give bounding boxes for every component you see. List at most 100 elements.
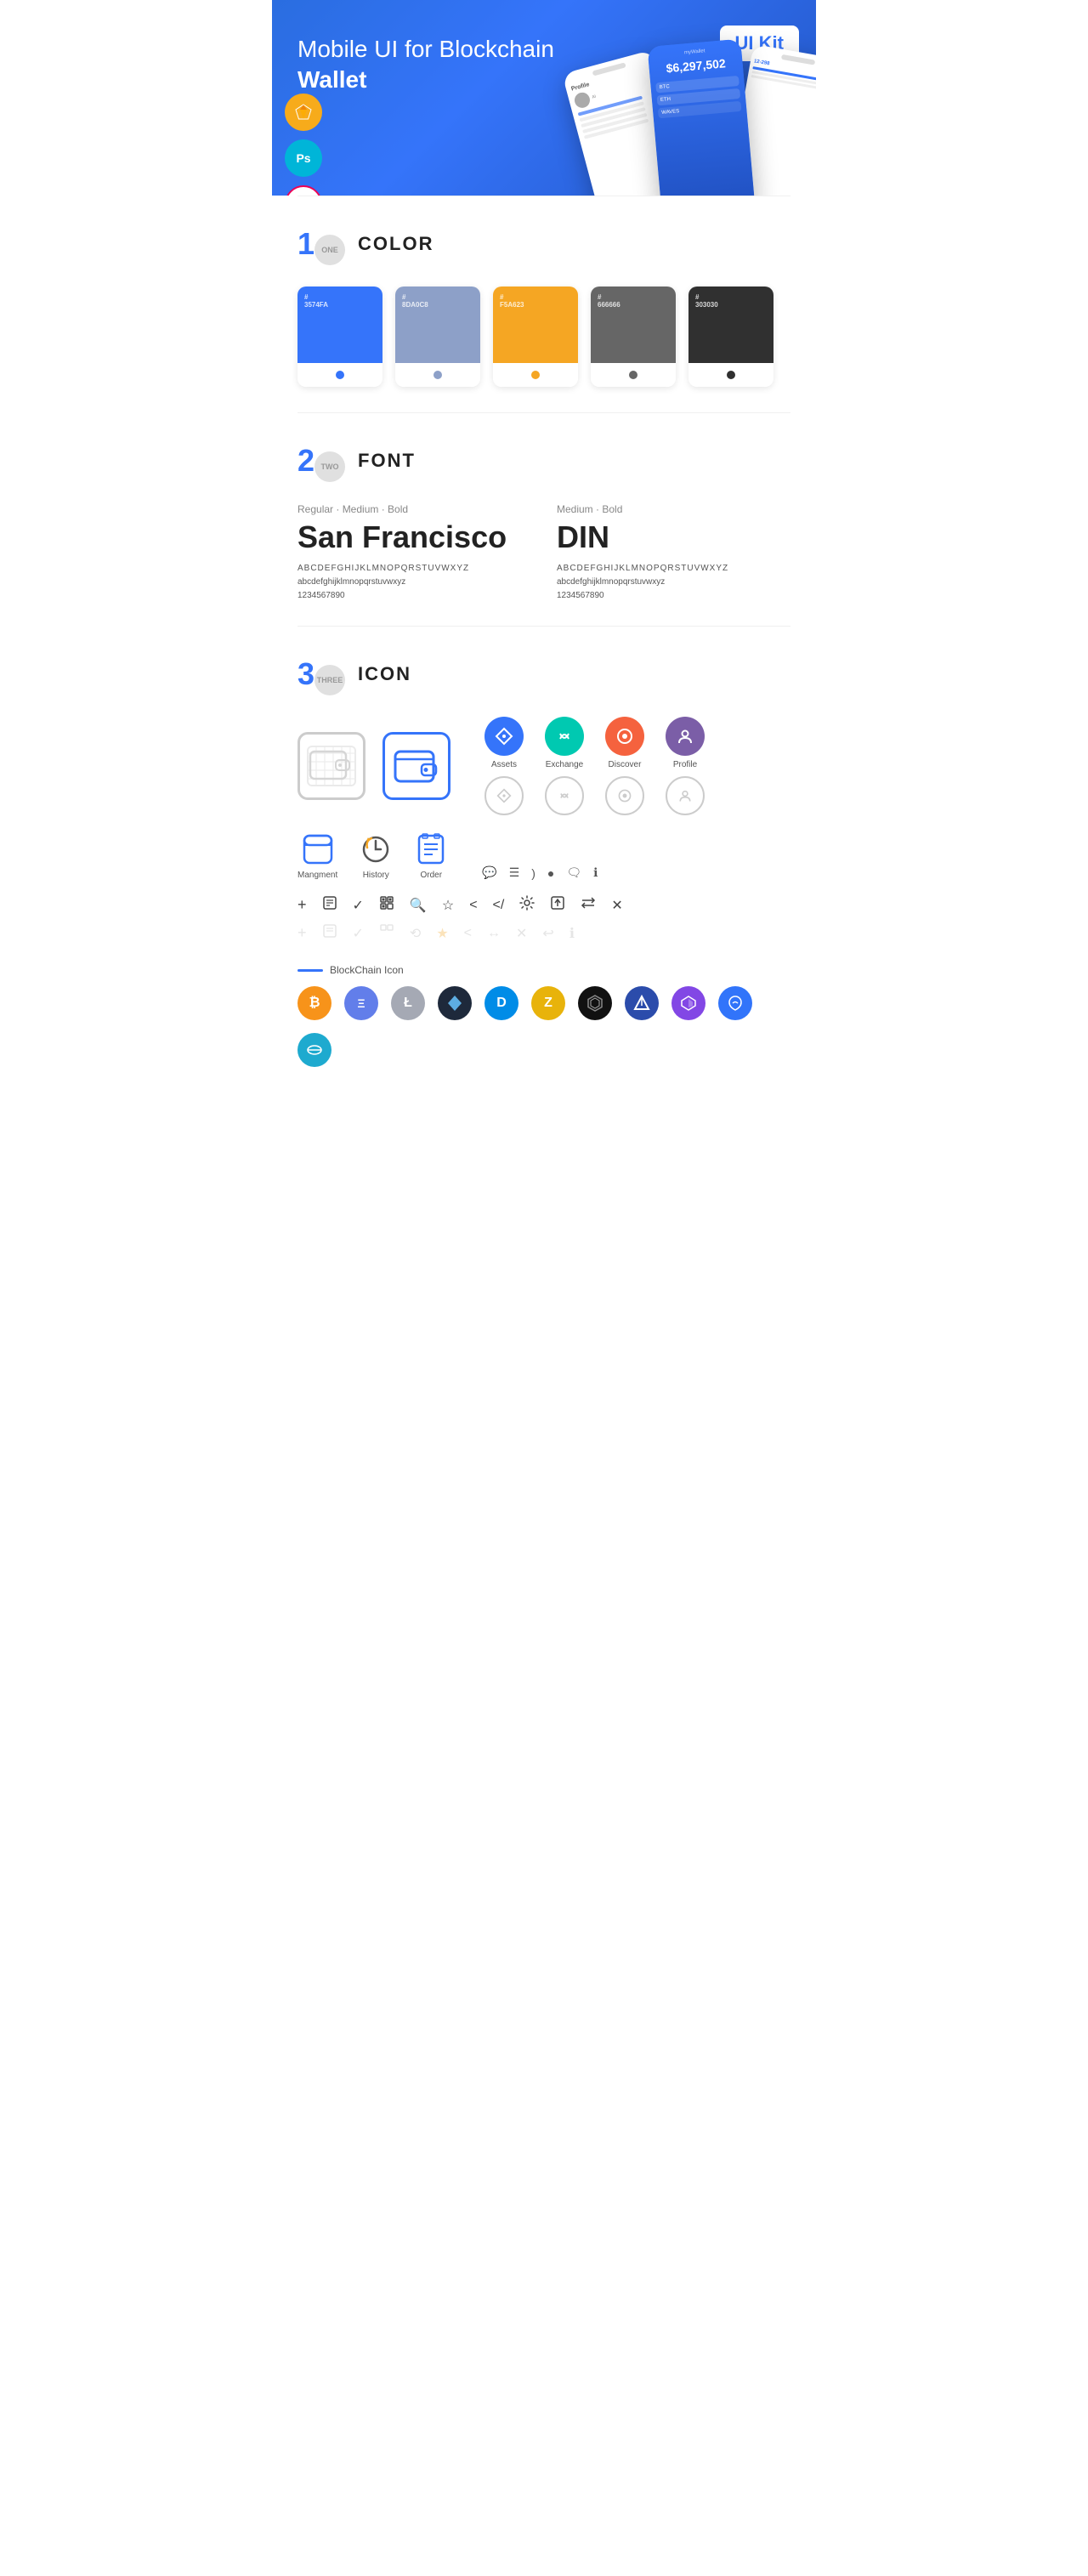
management-icon <box>301 832 335 866</box>
font-grid: Regular · Medium · Bold San Francisco AB… <box>298 503 790 600</box>
swatch-gray: #666666 <box>591 287 676 387</box>
icon-search: 🔍 <box>410 897 427 914</box>
icon-circle: ● <box>547 866 554 880</box>
phone-mockup-2: myWallet $6,297,502 BTC ETH WAVES <box>647 39 755 196</box>
screens-badge: 60+ Screens <box>285 185 322 196</box>
wallet-outline-icon <box>298 732 366 800</box>
hero-title: Mobile UI for Blockchain Wallet <box>298 34 595 96</box>
exchange-icon <box>555 727 574 746</box>
color-section-header: 1 ONE COLOR <box>298 222 790 265</box>
order-label: Order <box>420 871 442 880</box>
sky-icon <box>298 1033 332 1067</box>
history-icon <box>359 832 393 866</box>
font-section-title: FONT <box>358 450 416 472</box>
din-numbers: 1234567890 <box>557 591 790 600</box>
waves-icon <box>625 986 659 1020</box>
icon-chat: 💬 <box>482 865 496 880</box>
sketch-badge <box>285 94 322 131</box>
phone-mockups: Profile AI myWallet $6,297,502 <box>578 43 816 196</box>
font-section-header: 2 TWO FONT <box>298 439 790 482</box>
nav-icons-row: Mangment History Order <box>298 832 790 880</box>
assets-icon-item: Assets <box>484 717 524 769</box>
icon-check: ✓ <box>353 897 364 914</box>
assets-label: Assets <box>491 760 517 769</box>
management-icon-item: Mangment <box>298 832 337 880</box>
icon-stack: ☰ <box>509 865 520 880</box>
color-section: 1 ONE COLOR #3574FA #8DA0C8 #F5A623 #666… <box>272 196 816 412</box>
icon-chevron-left: < <box>469 898 477 913</box>
wallet-filled-icon <box>382 732 450 800</box>
din-lowercase: abcdefghijklmnopqrstuvwxyz <box>557 577 790 587</box>
icon-upload <box>550 895 565 915</box>
swatch-blue: #3574FA <box>298 287 382 387</box>
font-din: Medium · Bold DIN ABCDEFGHIJKLMNOPQRSTUV… <box>557 503 790 600</box>
profile-label: Profile <box>673 760 697 769</box>
blockchain-label: BlockChain Icon <box>330 964 404 976</box>
order-icon-item: Order <box>414 832 448 880</box>
blockchain-section: BlockChain Icon ₿ Ξ Ł D <box>298 964 790 1067</box>
color-swatches: #3574FA #8DA0C8 #F5A623 #666666 #303030 <box>298 287 790 387</box>
small-icons-section: + ✓ <box>298 895 790 943</box>
icon-share: </ <box>493 898 505 913</box>
hero-badges: Ps 60+ Screens <box>285 94 322 196</box>
din-name: DIN <box>557 519 790 555</box>
dash-icon: D <box>484 986 518 1020</box>
icon-gear <box>519 895 535 915</box>
sketch-icon <box>294 103 313 122</box>
small-icons-faded: + ✓ ⟲ ★ < ↔ ✕ ↩ ℹ <box>298 923 790 943</box>
icon-star-active: ★ <box>436 925 448 942</box>
icon-moon: ) <box>531 866 536 880</box>
zec-icon: Z <box>531 986 565 1020</box>
font-section: 2 TWO FONT Regular · Medium · Bold San F… <box>272 413 816 626</box>
icon-close: ✕ <box>611 897 622 914</box>
icon-info: ℹ <box>593 865 598 880</box>
poa-icon <box>718 986 752 1020</box>
sf-uppercase: ABCDEFGHIJKLMNOPQRSTUVWXYZ <box>298 564 531 573</box>
section-badge-three: THREE <box>314 665 345 695</box>
icon-grid-main: Assets Exchange <box>298 717 790 815</box>
exchange-label: Exchange <box>546 760 583 769</box>
icon-section-title: ICON <box>358 663 411 685</box>
section-badge-one: ONE <box>314 235 345 265</box>
exchange-icon-item: Exchange <box>545 717 584 769</box>
blockchain-line <box>298 969 323 972</box>
iota-icon <box>578 986 612 1020</box>
profile-icon <box>676 727 694 746</box>
profile-outline-item <box>666 776 705 815</box>
font-sanfrancisco: Regular · Medium · Bold San Francisco AB… <box>298 503 531 600</box>
history-label: History <box>363 871 389 880</box>
hero-section: Mobile UI for Blockchain Wallet UI Kit P… <box>272 0 816 196</box>
btc-icon: ₿ <box>298 986 332 1020</box>
swatch-orange: #F5A623 <box>493 287 578 387</box>
color-section-title: COLOR <box>358 233 434 255</box>
wings-icon <box>438 986 472 1020</box>
matic-icon <box>672 986 706 1020</box>
eth-icon: Ξ <box>344 986 378 1020</box>
ps-badge: Ps <box>285 139 322 177</box>
icon-section-header: 3 THREE ICON <box>298 652 790 695</box>
icon-star: ☆ <box>442 897 454 914</box>
swatch-dark: #303030 <box>688 287 774 387</box>
discover-outline-item <box>605 776 644 815</box>
sf-style-label: Regular · Medium · Bold <box>298 503 531 515</box>
icon-section: 3 THREE ICON <box>272 627 816 1092</box>
section-number-1: 1 <box>298 229 314 259</box>
section-badge-two: TWO <box>314 451 345 482</box>
profile-icon-item: Profile <box>666 717 705 769</box>
section-number-3: 3 <box>298 659 314 689</box>
discover-icon-item: Discover <box>605 717 644 769</box>
order-icon <box>414 832 448 866</box>
icon-list <box>322 895 337 915</box>
app-icons-outline <box>484 776 705 815</box>
sf-numbers: 1234567890 <box>298 591 531 600</box>
ltc-icon: Ł <box>391 986 425 1020</box>
management-label: Mangment <box>298 871 337 880</box>
swatch-grayblue: #8DA0C8 <box>395 287 480 387</box>
icon-plus: + <box>298 896 307 914</box>
section-number-2: 2 <box>298 445 314 476</box>
discover-icon <box>615 727 634 746</box>
sf-name: San Francisco <box>298 519 531 555</box>
icon-message: 🗨 <box>566 865 581 880</box>
din-uppercase: ABCDEFGHIJKLMNOPQRSTUVWXYZ <box>557 564 790 573</box>
discover-label: Discover <box>609 760 642 769</box>
